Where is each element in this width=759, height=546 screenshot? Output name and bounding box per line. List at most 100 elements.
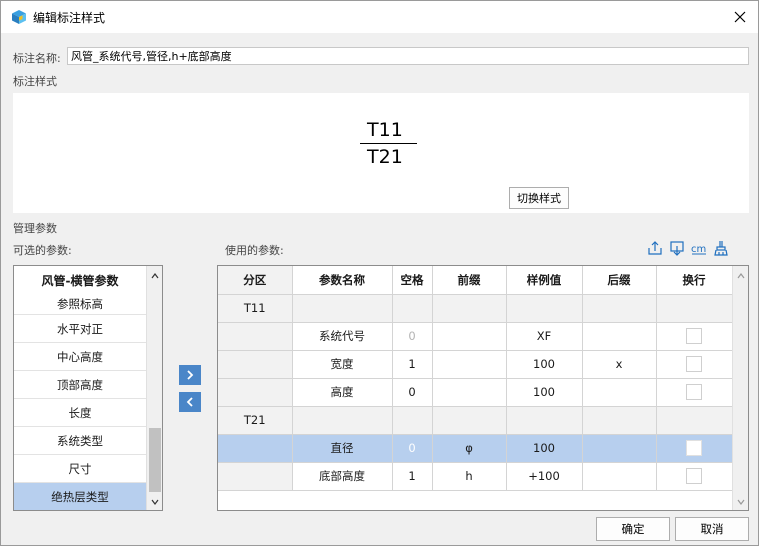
sample-cell (506, 294, 583, 323)
table-group-row[interactable]: T11 (218, 294, 733, 323)
used-params-table: 分区 参数名称 空格 前缀 样例值 后缀 换行 T11 系统代号 0 XF 宽度… (218, 266, 733, 491)
wrap-checkbox[interactable] (686, 356, 702, 372)
sample-cell (506, 406, 583, 435)
add-param-button[interactable] (179, 365, 201, 385)
prefix-cell[interactable] (432, 322, 507, 351)
column-header-zone[interactable]: 分区 (218, 266, 293, 295)
chevron-right-icon (187, 370, 194, 380)
ok-button[interactable]: 确定 (596, 517, 670, 541)
prefix-cell (432, 406, 507, 435)
wrap-cell (656, 434, 733, 463)
wrap-checkbox[interactable] (686, 468, 702, 484)
wrap-cell (656, 322, 733, 351)
preview-top-text: T11 (367, 119, 403, 141)
space-cell[interactable]: 1 (392, 350, 433, 379)
sample-cell[interactable]: XF (506, 322, 583, 351)
column-header-wrap[interactable]: 换行 (656, 266, 733, 295)
remove-param-button[interactable] (179, 392, 201, 412)
column-header-suffix[interactable]: 后缀 (582, 266, 657, 295)
list-item[interactable]: 顶部高度 (14, 370, 146, 398)
suffix-cell[interactable] (582, 434, 657, 463)
edit-annotation-style-dialog: 编辑标注样式 标注名称: 标注样式 T11 T21 切换样式 管理参数 可选的参… (0, 0, 759, 546)
table-row[interactable]: 宽度 1 100 x (218, 350, 733, 379)
space-cell (392, 406, 433, 435)
chevron-left-icon (186, 397, 193, 407)
available-params-list[interactable]: 风管-横管参数 参照标高 水平对正 中心高度 顶部高度 长度 系统类型 尺寸 绝… (13, 265, 163, 511)
column-header-space[interactable]: 空格 (392, 266, 433, 295)
table-row-selected[interactable]: 直径 0 φ 100 (218, 434, 733, 463)
used-params-grid[interactable]: 分区 参数名称 空格 前缀 样例值 后缀 换行 T11 系统代号 0 XF 宽度… (217, 265, 749, 511)
used-params-label: 使用的参数: (225, 244, 284, 257)
wrap-checkbox[interactable] (686, 440, 702, 456)
prefix-cell[interactable] (432, 378, 507, 407)
prefix-cell[interactable]: h (432, 462, 507, 491)
wrap-cell (656, 294, 733, 323)
space-cell[interactable]: 0 (392, 378, 433, 407)
table-row[interactable]: 底部高度 1 h +100 (218, 462, 733, 491)
list-item[interactable]: 系统类型 (14, 426, 146, 454)
list-item[interactable]: 中心高度 (14, 342, 146, 370)
manage-params-label: 管理参数 (13, 222, 57, 235)
list-item-selected[interactable]: 绝热层类型 (14, 482, 146, 510)
sample-cell[interactable]: +100 (506, 462, 583, 491)
available-params-label: 可选的参数: (13, 244, 72, 257)
close-icon (734, 11, 746, 23)
table-group-row[interactable]: T21 (218, 406, 733, 435)
sample-cell[interactable]: 100 (506, 378, 583, 407)
cancel-button[interactable]: 取消 (675, 517, 749, 541)
name-cell: 直径 (292, 434, 393, 463)
available-list-scrollbar[interactable] (146, 266, 162, 510)
scroll-up-icon[interactable] (147, 268, 162, 284)
export-icon[interactable] (647, 240, 663, 256)
scroll-down-icon[interactable] (733, 494, 748, 510)
zone-cell (218, 322, 293, 351)
table-header-row: 分区 参数名称 空格 前缀 样例值 后缀 换行 (218, 266, 733, 295)
suffix-cell[interactable] (582, 462, 657, 491)
import-icon[interactable] (669, 240, 685, 256)
zone-cell: T11 (218, 294, 293, 323)
zone-cell: T21 (218, 406, 293, 435)
scroll-thumb[interactable] (149, 428, 161, 492)
clear-icon[interactable] (713, 240, 729, 256)
wrap-cell (656, 350, 733, 379)
prefix-cell[interactable]: φ (432, 434, 507, 463)
annotation-style-label: 标注样式 (13, 75, 57, 88)
zone-cell (218, 350, 293, 379)
scroll-up-icon[interactable] (733, 268, 748, 284)
prefix-cell[interactable] (432, 350, 507, 379)
title-bar: 编辑标注样式 (1, 1, 758, 33)
wrap-cell (656, 462, 733, 491)
wrap-checkbox[interactable] (686, 384, 702, 400)
column-header-prefix[interactable]: 前缀 (432, 266, 507, 295)
sample-cell[interactable]: 100 (506, 434, 583, 463)
list-item[interactable]: 参照标高 (14, 294, 146, 314)
unit-cm-icon[interactable]: cm (691, 240, 707, 256)
switch-style-button[interactable]: 切换样式 (509, 187, 569, 209)
window-title: 编辑标注样式 (33, 11, 106, 25)
list-item[interactable]: 水平对正 (14, 314, 146, 342)
space-cell: 0 (392, 322, 433, 351)
name-cell: 宽度 (292, 350, 393, 379)
app-logo-icon (11, 9, 27, 25)
annotation-name-input[interactable] (67, 47, 749, 65)
space-cell[interactable]: 1 (392, 462, 433, 491)
scroll-down-icon[interactable] (147, 494, 162, 510)
close-button[interactable] (722, 1, 758, 33)
list-item[interactable]: 尺寸 (14, 454, 146, 482)
column-header-sample[interactable]: 样例值 (506, 266, 583, 295)
table-row[interactable]: 系统代号 0 XF (218, 322, 733, 351)
wrap-checkbox[interactable] (686, 328, 702, 344)
suffix-cell[interactable] (582, 322, 657, 351)
sample-cell[interactable]: 100 (506, 350, 583, 379)
preview-divider-line (360, 143, 417, 144)
used-grid-scrollbar[interactable] (732, 266, 748, 510)
list-item[interactable]: 长度 (14, 398, 146, 426)
suffix-cell[interactable] (582, 378, 657, 407)
name-cell (292, 294, 393, 323)
preview-bottom-text: T21 (367, 146, 403, 168)
table-row[interactable]: 高度 0 100 (218, 378, 733, 407)
suffix-cell (582, 406, 657, 435)
zone-cell (218, 434, 293, 463)
suffix-cell[interactable]: x (582, 350, 657, 379)
column-header-name[interactable]: 参数名称 (292, 266, 393, 295)
